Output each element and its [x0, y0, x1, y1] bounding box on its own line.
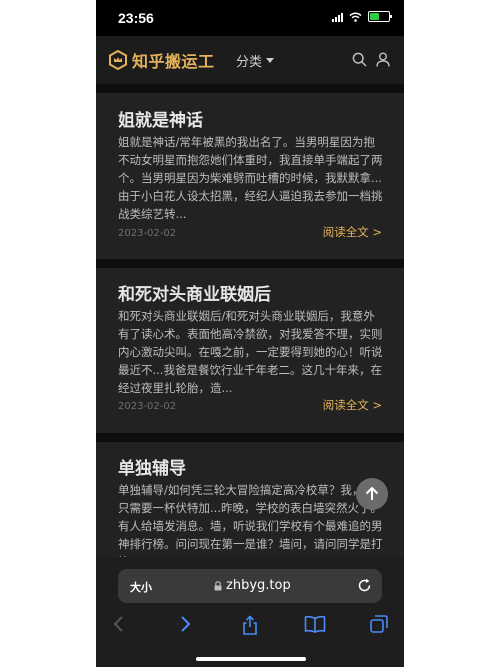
- user-icon[interactable]: [376, 52, 390, 67]
- read-more-link[interactable]: 阅读全文 >: [323, 224, 382, 240]
- article-title[interactable]: 和死对头商业联姻后: [118, 280, 271, 305]
- url-text: zhbyg.top: [226, 578, 291, 593]
- tabs-icon[interactable]: [370, 615, 388, 633]
- status-icons: [332, 11, 392, 22]
- browser-toolbar: 大小 zhbyg.top: [96, 557, 404, 667]
- logo-icon: [109, 50, 127, 70]
- chevron-down-icon: [266, 58, 275, 63]
- article-date: 2023-02-02: [118, 228, 177, 239]
- text-size-button[interactable]: 大小: [130, 579, 152, 595]
- arrow-up-icon: [365, 486, 379, 500]
- signal-icon: [332, 12, 343, 22]
- status-time: 23:56: [118, 10, 154, 26]
- back-arrow-icon[interactable]: [112, 615, 126, 633]
- article-card[interactable]: 姐就是神话 姐就是神话/常年被黑的我出名了。当男明星因为抱不动女明星而抱怨她们体…: [96, 93, 404, 259]
- wifi-icon: [349, 12, 362, 22]
- address-bar[interactable]: 大小 zhbyg.top: [118, 569, 382, 603]
- article-title[interactable]: 姐就是神话: [118, 106, 203, 131]
- divider: [96, 84, 404, 93]
- article-excerpt: 单独辅导/如何凭三轮大冒险搞定高冷校草？我，你只需要一杯伏特加...昨晚，学校的…: [118, 483, 383, 557]
- back-to-top-button[interactable]: [356, 478, 388, 510]
- divider: [96, 259, 404, 268]
- search-icon[interactable]: [352, 52, 367, 67]
- bookmarks-icon[interactable]: [304, 615, 326, 633]
- article-card[interactable]: 和死对头商业联姻后 和死对头商业联姻后/和死对头商业联姻后，我意外有了读心术。表…: [96, 268, 404, 433]
- lock-icon: [214, 580, 222, 590]
- article-excerpt: 姐就是神话/常年被黑的我出名了。当男明星因为抱不动女明星而抱怨她们体重时，我直接…: [118, 135, 383, 221]
- forward-arrow-icon[interactable]: [178, 615, 192, 633]
- category-dropdown[interactable]: 分类: [236, 51, 275, 70]
- reload-icon[interactable]: [357, 578, 372, 593]
- logo-text: 知乎搬运工: [132, 52, 215, 71]
- article-title[interactable]: 单独辅导: [118, 454, 186, 479]
- category-label: 分类: [236, 55, 263, 70]
- site-logo[interactable]: 知乎搬运工: [108, 48, 215, 72]
- phone-screen: 23:56 知乎搬运工 分类 姐就是神话 姐就是神话/常年被黑的我出名了。当男明…: [96, 0, 404, 667]
- status-bar: 23:56: [96, 0, 404, 36]
- read-more-link[interactable]: 阅读全文 >: [323, 397, 382, 413]
- divider: [96, 433, 404, 442]
- battery-icon: [368, 11, 392, 22]
- article-excerpt: 和死对头商业联姻后/和死对头商业联姻后，我意外有了读心术。表面他高冷禁欲，对我爱…: [118, 309, 383, 395]
- home-indicator[interactable]: [196, 657, 306, 661]
- url-display[interactable]: zhbyg.top: [214, 578, 291, 593]
- share-icon[interactable]: [241, 615, 259, 635]
- site-header: 知乎搬运工 分类: [96, 36, 404, 84]
- article-date: 2023-02-02: [118, 401, 177, 412]
